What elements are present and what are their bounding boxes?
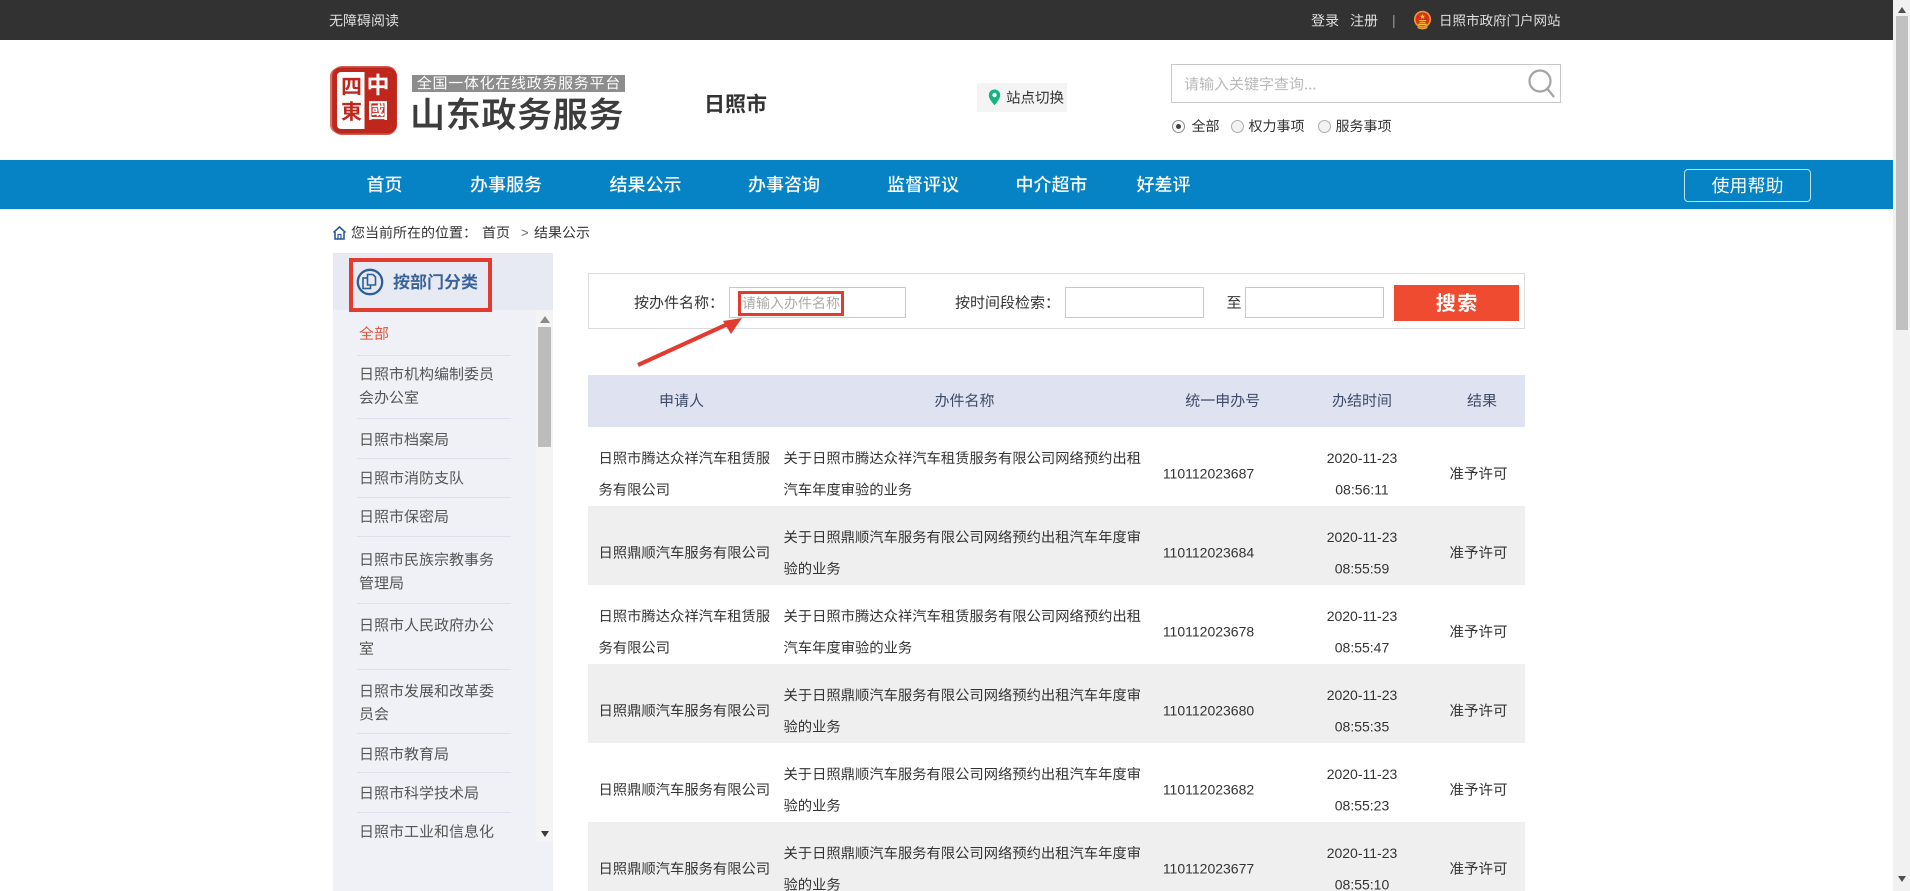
svg-text:2020-11-23: 2020-11-23 [1327, 766, 1398, 782]
svg-text:08:56:11: 08:56:11 [1335, 482, 1389, 498]
svg-text:2020-11-23: 2020-11-23 [1327, 608, 1398, 624]
svg-text:110112023687: 110112023687 [1163, 466, 1255, 482]
svg-text:>: > [521, 225, 529, 240]
svg-text:08:55:23: 08:55:23 [1335, 798, 1390, 814]
svg-text:110112023682: 110112023682 [1163, 782, 1255, 798]
svg-text:110112023678: 110112023678 [1163, 624, 1255, 640]
svg-text:08:55:47: 08:55:47 [1335, 640, 1390, 656]
svg-text:2020-11-23: 2020-11-23 [1327, 450, 1398, 466]
